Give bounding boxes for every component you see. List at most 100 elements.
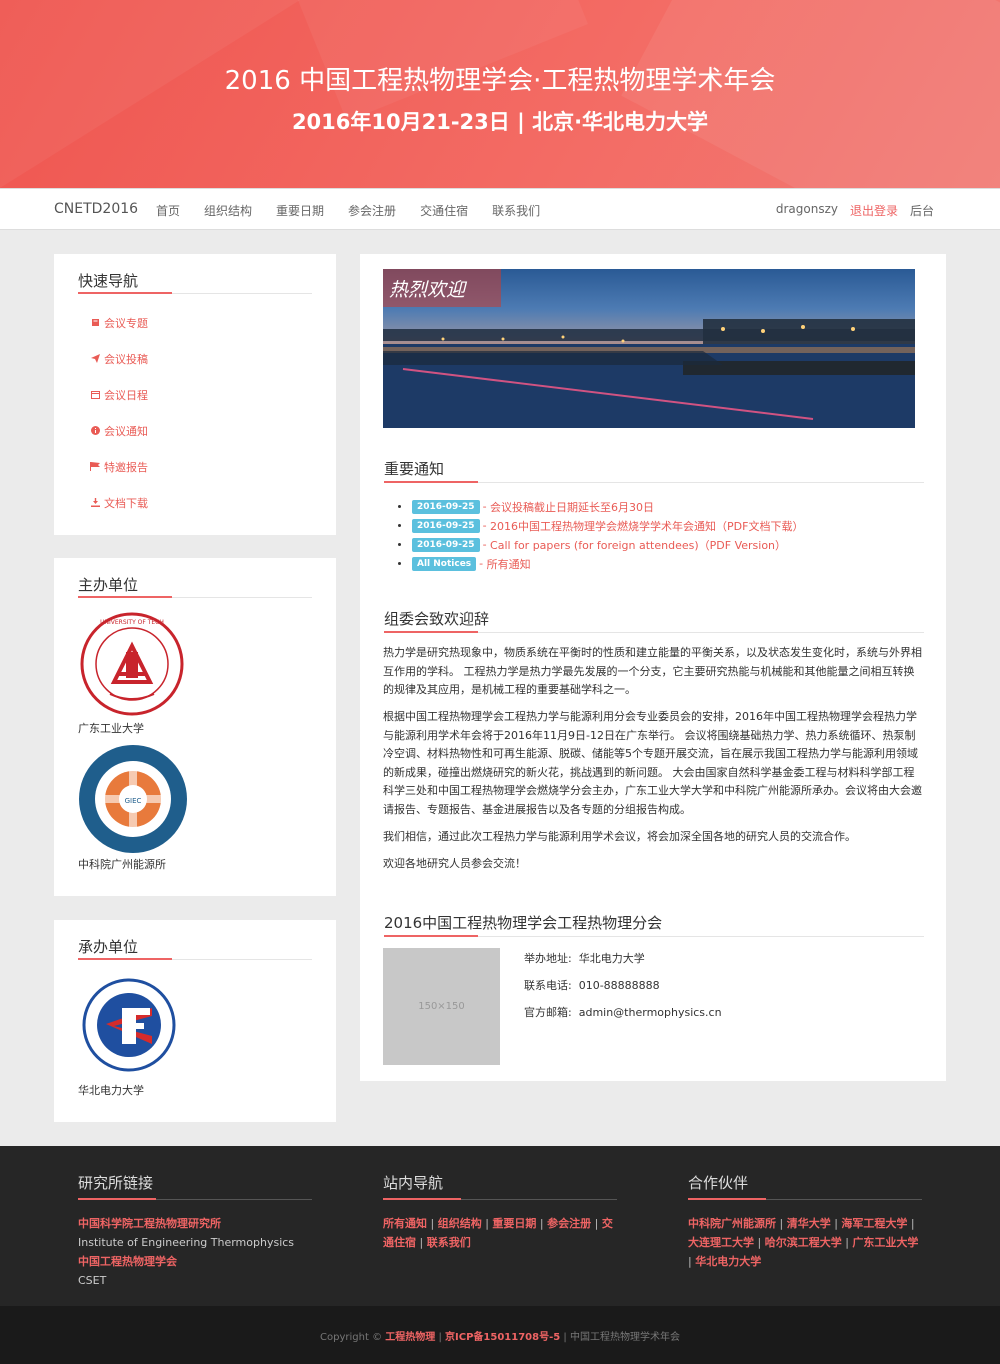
admin-link[interactable]: 后台 [910, 202, 934, 219]
email-row: 官方邮箱: admin@thermophysics.cn [524, 1004, 722, 1020]
welcome-paragraph: 我们相信，通过此次工程热力学与能源利用学术会议，将会加深全国各地的研究人员的交流… [383, 830, 856, 843]
quick-nav-invited-talks[interactable]: 特邀报告 [90, 459, 148, 475]
footer-col-title: 研究所链接 [78, 1172, 312, 1200]
notice-link[interactable]: 2016中国工程热物理学会燃烧学学术年会通知（PDF文档下载） [490, 518, 803, 534]
date-badge: 2016-09-25 [412, 518, 480, 533]
copyright-org-link[interactable]: 工程热物理 [385, 1332, 435, 1343]
quick-nav-schedule[interactable]: 会议日程 [90, 387, 148, 403]
organizers-panel: 承办单位 华北电力大学 [54, 920, 336, 1122]
svg-text:UNIVERSITY OF TECH: UNIVERSITY OF TECH [100, 619, 164, 626]
info-icon [90, 426, 100, 436]
dash-separator: - [482, 519, 491, 532]
footer-link[interactable]: 中国科学院工程热物理研究所 [78, 1217, 221, 1230]
quick-nav-notices[interactable]: 会议通知 [90, 423, 148, 439]
copyright-suffix: 中国工程热物理学术年会 [569, 1332, 680, 1343]
flag-icon [90, 462, 100, 472]
section-divider [384, 481, 924, 483]
address-label: 举办地址: [524, 952, 572, 965]
footer-institutes: 研究所链接 中国科学院工程热物理研究所 Institute of Enginee… [78, 1172, 312, 1290]
footer-link[interactable]: 中国工程热物理学会 [78, 1255, 177, 1268]
notice-list: 2016-09-25 - 会议投稿截止日期延长至6月30日 2016-09-25… [398, 497, 803, 573]
conference-subtitle: 2016年10月21-23日 | 北京·华北电力大学 [291, 110, 709, 134]
all-notices-badge[interactable]: All Notices [412, 556, 477, 571]
nav-item-travel[interactable]: 交通住宿 [420, 202, 468, 219]
navbar-brand[interactable]: CNETD2016 [54, 201, 138, 217]
copyright-bar: Copyright © 工程热物理 | 京ICP备15011708号-5 | 中… [0, 1306, 1000, 1364]
organizer-name: 华北电力大学 [78, 1084, 144, 1097]
dash-separator: - [482, 538, 491, 551]
date-badge: 2016-09-25 [412, 499, 480, 514]
footer-link[interactable]: 海军工程大学 [841, 1217, 907, 1230]
main-content: 热烈欢迎 重要通知 2016-09-25 - 会议投稿截止日期延长至6月30日 … [360, 254, 946, 1081]
book-icon [90, 318, 100, 328]
footer-link[interactable]: 清华大学 [787, 1217, 831, 1230]
dash-separator: - [479, 557, 487, 570]
email-value: admin@thermophysics.cn [578, 1006, 722, 1019]
nav-item-contact[interactable]: 联系我们 [492, 202, 540, 219]
calendar-icon [90, 390, 100, 400]
welcome-paragraph: 根据中国工程热物理学会工程热力学与能源利用分会专业委员会的安排，2016年中国工… [383, 710, 922, 816]
footer-link[interactable]: 重要日期 [492, 1217, 536, 1230]
conference-title: 2016 中国工程热物理学会·工程热物理学术年会 [224, 66, 776, 96]
footer-partners: 合作伙伴 中科院广州能源所 | 清华大学 | 海军工程大学 | 大连理工大学 |… [688, 1172, 922, 1271]
footer-link[interactable]: 华北电力大学 [695, 1255, 761, 1268]
download-icon [90, 498, 100, 508]
quick-nav-panel: 快速导航 会议专题 会议投稿 会议日程 会议通知 特邀报告 文档下载 [54, 254, 336, 535]
top-navbar: CNETD2016 首页 组织结构 重要日期 参会注册 交通住宿 联系我们 dr… [0, 188, 1000, 230]
footer-link[interactable]: Institute of Engineering Thermophysics [78, 1236, 294, 1249]
footer-link[interactable]: 中科院广州能源所 [688, 1217, 776, 1230]
quick-nav-label: 会议专题 [104, 317, 148, 330]
footer-col-title: 合作伙伴 [688, 1172, 922, 1200]
section-divider [384, 935, 924, 937]
quick-nav-label: 会议日程 [104, 389, 148, 402]
quick-nav-label: 会议通知 [104, 425, 148, 438]
phone-value: 010-88888888 [578, 979, 660, 992]
footer-link[interactable]: 参会注册 [547, 1217, 591, 1230]
section-divider [78, 292, 312, 294]
giec-logo: GIEC [78, 744, 188, 857]
logout-link[interactable]: 退出登录 [850, 202, 898, 219]
all-notices-link[interactable]: 所有通知 [487, 556, 531, 572]
footer-col-title: 站内导航 [383, 1172, 617, 1200]
section-divider [384, 631, 924, 633]
nav-item-dates[interactable]: 重要日期 [276, 202, 324, 219]
email-label: 官方邮箱: [524, 1006, 572, 1019]
page-header: 2016 中国工程热物理学会·工程热物理学术年会 2016年10月21-23日 … [0, 0, 1000, 188]
date-badge: 2016-09-25 [412, 537, 480, 552]
address-value: 华北电力大学 [578, 952, 645, 965]
dash-separator: - [482, 500, 491, 513]
sponsor-name: 中科院广州能源所 [78, 858, 166, 871]
welcome-paragraph: 热力学是研究热现象中，物质系统在平衡时的性质和建立能量的平衡关系，以及状态发生变… [383, 646, 922, 696]
nav-item-register[interactable]: 参会注册 [348, 202, 396, 219]
notice-link[interactable]: Call for papers (for foreign attendees)（… [490, 537, 786, 553]
nav-user-area: dragonszy 退出登录 后台 [764, 202, 934, 219]
quick-nav-topics[interactable]: 会议专题 [90, 315, 148, 331]
footer-link[interactable]: 广东工业大学 [852, 1236, 918, 1249]
sponsors-panel: 主办单位 UNIVERSITY OF TECH 广东工业大学 GIEC 中科院广… [54, 558, 336, 896]
welcome-paragraph: 欢迎各地研究人员参会交流！ [383, 857, 526, 870]
footer-link[interactable]: 所有通知 [383, 1217, 427, 1230]
nav-item-home[interactable]: 首页 [156, 202, 180, 219]
icp-link[interactable]: 京ICP备15011708号-5 [445, 1332, 560, 1343]
phone-row: 联系电话: 010-88888888 [524, 977, 660, 993]
footer-link[interactable]: CSET [78, 1274, 106, 1287]
section-divider [78, 596, 312, 598]
welcome-banner: 热烈欢迎 [383, 269, 915, 428]
footer-link[interactable]: 联系我们 [427, 1236, 471, 1249]
footer-link[interactable]: 大连理工大学 [688, 1236, 754, 1249]
nav-item-organization[interactable]: 组织结构 [204, 202, 252, 219]
gdut-logo: UNIVERSITY OF TECH [80, 612, 184, 719]
quick-nav-label: 特邀报告 [104, 461, 148, 474]
placeholder-image: 150×150 [383, 948, 500, 1065]
notice-link[interactable]: 会议投稿截止日期延长至6月30日 [490, 499, 654, 515]
welcome-title: 组委会致欢迎辞 [384, 610, 490, 628]
section-divider [78, 958, 312, 960]
quick-nav-downloads[interactable]: 文档下载 [90, 495, 148, 511]
quick-nav-submit[interactable]: 会议投稿 [90, 351, 148, 367]
address-row: 举办地址: 华北电力大学 [524, 950, 645, 966]
footer-link[interactable]: 组织结构 [438, 1217, 482, 1230]
username[interactable]: dragonszy [776, 202, 838, 219]
quick-nav-label: 文档下载 [104, 497, 148, 510]
sponsor-name: 广东工业大学 [78, 722, 144, 735]
footer-link[interactable]: 哈尔滨工程大学 [765, 1236, 842, 1249]
